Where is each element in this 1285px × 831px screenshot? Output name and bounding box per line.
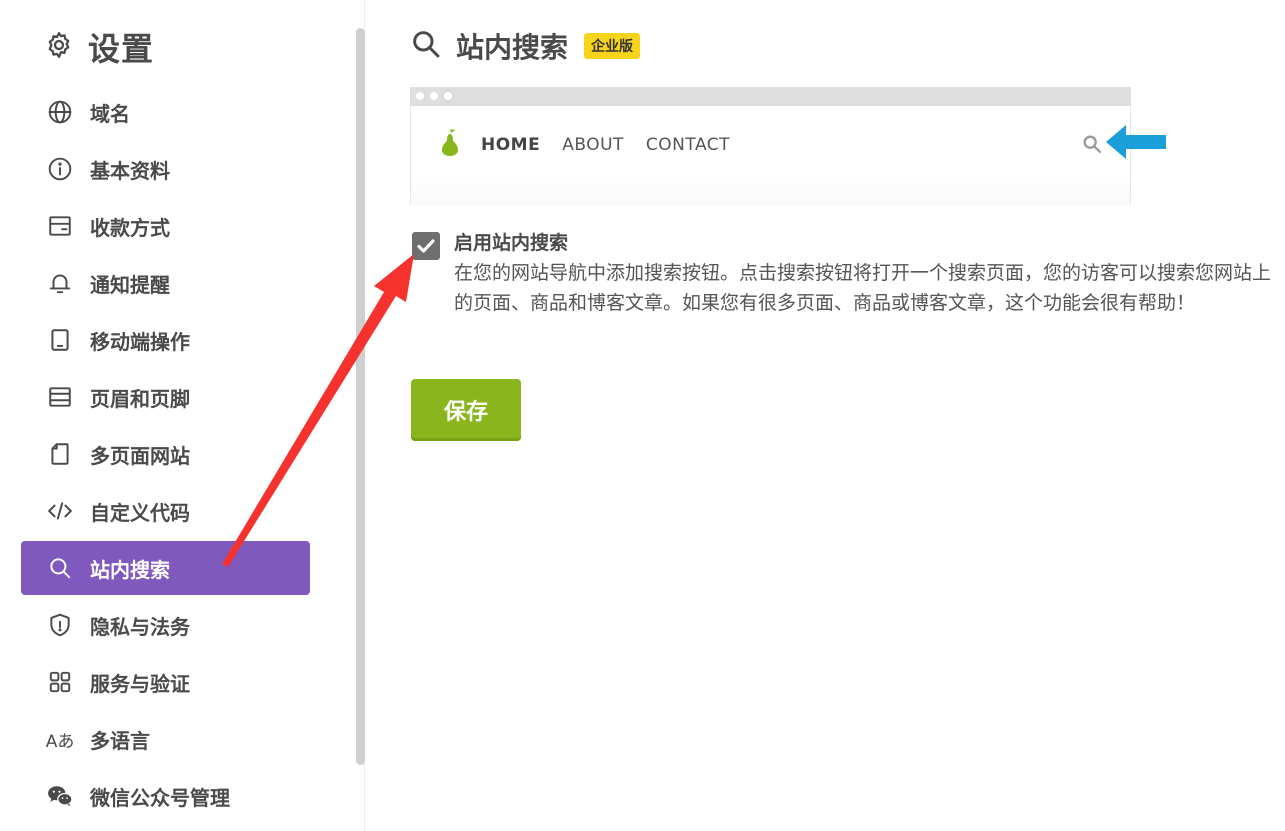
browser-title-bar (410, 87, 1131, 106)
settings-sidebar: 设置 域名 基本资料 收款方式 通知提醒 移动端操作 页眉和页脚 多页面网站 自… (0, 0, 366, 831)
sidebar-item-multi-page[interactable]: 多页面网站 (21, 427, 310, 481)
sidebar-item-label: 移动端操作 (90, 329, 190, 354)
sidebar-item-payment[interactable]: 收款方式 (21, 199, 310, 253)
sidebar-scrollbar[interactable] (356, 28, 365, 765)
code-icon (46, 497, 74, 525)
window-dot (430, 92, 438, 100)
sidebar-item-label: 通知提醒 (90, 272, 170, 297)
preview-nav-contact: CONTACT (645, 135, 731, 155)
sidebar-item-mobile[interactable]: 移动端操作 (21, 313, 310, 367)
window-dot (416, 92, 424, 100)
sidebar-item-label: 隐私与法务 (90, 614, 190, 639)
sidebar-item-site-search[interactable]: 站内搜索 (21, 541, 310, 595)
bell-icon (46, 269, 74, 297)
page-title: 站内搜索 (456, 31, 569, 64)
enterprise-badge: 企业版 (584, 33, 641, 59)
sidebar-item-label: 域名 (90, 101, 130, 126)
language-icon: Aあ (45, 731, 75, 752)
search-icon (410, 28, 442, 64)
page-header: 站内搜索 企业版 (410, 26, 641, 66)
grid-icon (46, 668, 74, 696)
wechat-icon (46, 782, 74, 810)
save-button[interactable]: 保存 (411, 379, 521, 441)
pointer-arrow-icon (1104, 122, 1168, 166)
sidebar-item-header-footer[interactable]: 页眉和页脚 (21, 370, 310, 424)
sidebar-item-privacy[interactable]: 隐私与法务 (21, 598, 310, 652)
shield-icon (46, 611, 74, 639)
sidebar-item-label: 基本资料 (90, 158, 170, 183)
globe-icon (46, 98, 74, 126)
sidebar-item-label: 站内搜索 (90, 557, 170, 582)
settings-nav: 域名 基本资料 收款方式 通知提醒 移动端操作 页眉和页脚 多页面网站 自定义代… (21, 85, 310, 826)
header-footer-icon (46, 383, 74, 411)
pear-logo-icon (439, 128, 461, 162)
preview-nav: HOME ABOUT CONTACT (439, 128, 730, 162)
sidebar-item-language[interactable]: Aあ 多语言 (21, 712, 310, 766)
enable-search-label[interactable]: 启用站内搜索 (454, 228, 568, 255)
sidebar-item-notifications[interactable]: 通知提醒 (21, 256, 310, 310)
sidebar-item-services[interactable]: 服务与验证 (21, 655, 310, 709)
main-panel: 站内搜索 企业版 HOME ABOUT CONTACT 启用站内搜索 在您的网站… (410, 0, 1285, 831)
enable-search-description: 在您的网站导航中添加搜索按钮。点击搜索按钮将打开一个搜索页面，您的访客可以搜索您… (454, 262, 1272, 314)
site-preview-illustration: HOME ABOUT CONTACT (410, 87, 1131, 205)
preview-page: HOME ABOUT CONTACT (410, 106, 1131, 205)
wallet-icon (46, 212, 74, 240)
sidebar-item-label: 自定义代码 (90, 500, 190, 525)
page-icon (46, 440, 74, 468)
sidebar-header: 设置 (44, 24, 154, 70)
tablet-icon (46, 326, 74, 354)
sidebar-item-label: 收款方式 (90, 215, 170, 240)
preview-search-icon (1081, 133, 1103, 159)
search-icon (46, 554, 74, 582)
preview-nav-home: HOME (481, 135, 541, 155)
sidebar-item-basic-info[interactable]: 基本资料 (21, 142, 310, 196)
sidebar-item-label: 多语言 (90, 728, 150, 753)
window-dot (444, 92, 452, 100)
enable-search-checkbox[interactable] (412, 232, 440, 260)
sidebar-title: 设置 (88, 30, 155, 68)
gear-icon (44, 30, 74, 64)
info-icon (46, 155, 74, 183)
sidebar-item-wechat[interactable]: 微信公众号管理 (21, 769, 310, 823)
sidebar-item-label: 微信公众号管理 (90, 785, 230, 810)
checkmark-icon (417, 239, 435, 253)
sidebar-item-domain[interactable]: 域名 (21, 85, 310, 139)
preview-nav-about: ABOUT (562, 135, 624, 155)
sidebar-item-label: 页眉和页脚 (90, 386, 190, 411)
sidebar-item-label: 多页面网站 (90, 443, 190, 468)
sidebar-item-custom-code[interactable]: 自定义代码 (21, 484, 310, 538)
sidebar-item-label: 服务与验证 (90, 671, 190, 696)
